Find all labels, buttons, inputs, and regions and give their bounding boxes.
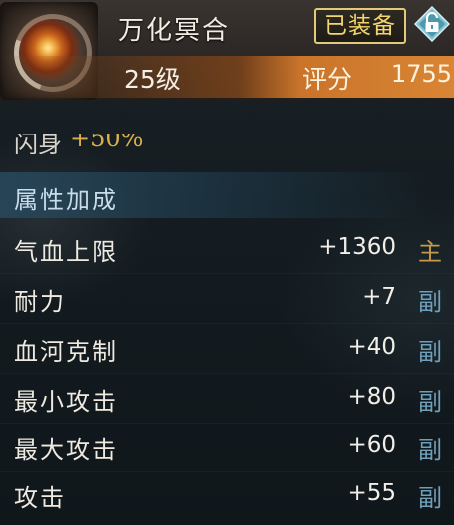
attribute-name: 最大攻击 <box>14 436 118 464</box>
attribute-name: 耐力 <box>14 288 66 316</box>
cutoff-attribute-row: 闪身 +50% <box>14 134 214 154</box>
section-title: 属性加成 <box>14 186 118 214</box>
attribute-value: +1360 <box>318 234 396 260</box>
attribute-name: 攻击 <box>14 484 66 512</box>
attribute-row: 最大攻击 +60 副 <box>0 424 454 472</box>
attribute-name: 气血上限 <box>14 238 118 266</box>
attribute-value: +80 <box>347 384 396 410</box>
attribute-tag-sub: 副 <box>418 436 442 464</box>
unlock-icon[interactable] <box>413 5 451 43</box>
cutoff-attribute-name: 闪身 <box>14 134 62 154</box>
score-label: 评分 <box>302 65 353 94</box>
attribute-tag-sub: 副 <box>418 388 442 416</box>
attribute-tag-main: 主 <box>418 238 442 266</box>
row-divider <box>0 323 454 324</box>
attribute-tag-sub: 副 <box>418 338 442 366</box>
cutoff-attribute-value: +50% <box>70 134 144 152</box>
row-divider <box>0 373 454 374</box>
attribute-name: 血河克制 <box>14 338 118 366</box>
attribute-tag-sub: 副 <box>418 288 442 316</box>
equipment-tooltip: 万化冥合 已装备 25级 评分 1755 闪身 +50% 属性加成 气血上限 +… <box>0 0 454 525</box>
item-name: 万化冥合 <box>118 16 231 46</box>
attribute-row: 耐力 +7 副 <box>0 276 454 324</box>
attribute-value: +7 <box>362 284 396 310</box>
equipped-badge: 已装备 <box>314 8 406 44</box>
attribute-row: 血河克制 +40 副 <box>0 326 454 374</box>
row-divider <box>0 273 454 274</box>
score-value: 1755 <box>390 60 452 88</box>
attribute-row: 最小攻击 +80 副 <box>0 376 454 424</box>
attribute-name: 最小攻击 <box>14 388 118 416</box>
attribute-value: +60 <box>347 432 396 458</box>
attribute-tag-sub: 副 <box>418 484 442 512</box>
item-level: 25级 <box>124 65 181 94</box>
attribute-row: 攻击 +55 副 <box>0 472 454 520</box>
attribute-value: +55 <box>347 480 396 506</box>
unlock-icon-graphic <box>413 5 451 43</box>
attribute-value: +40 <box>347 334 396 360</box>
attribute-row: 气血上限 +1360 主 <box>0 226 454 274</box>
